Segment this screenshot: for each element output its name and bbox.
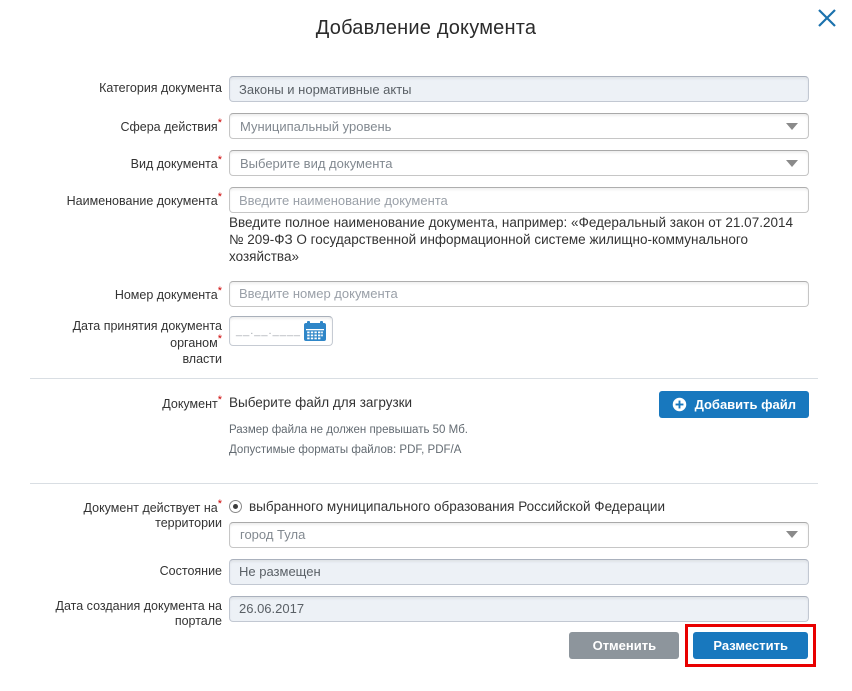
required-asterisk: * [218, 191, 222, 203]
chevron-down-icon [786, 123, 798, 130]
annotation-highlight-rectangle: Разместить [685, 624, 816, 667]
close-x-glyph [815, 6, 839, 30]
state-field [229, 559, 809, 585]
doc-name-hint-row: Введите полное наименование документа, н… [0, 215, 852, 266]
add-file-button[interactable]: Добавить файл [659, 391, 809, 418]
submit-button[interactable]: Разместить [693, 632, 808, 659]
radio-selected-icon [229, 500, 242, 513]
section-divider [30, 378, 818, 379]
adoption-date-row: Дата принятия документа органом* власти … [0, 316, 852, 368]
required-asterisk: * [218, 394, 222, 406]
file-size-hint: Размер файла не должен превышать 50 Мб. [229, 424, 468, 436]
doc-type-select[interactable]: Выберите вид документа [229, 150, 809, 176]
state-label: Состояние [30, 559, 222, 580]
required-asterisk: * [218, 285, 222, 297]
chevron-down-icon [786, 160, 798, 167]
doc-type-row: Вид документа* Выберите вид документа [0, 150, 852, 176]
doc-type-label: Вид документа* [30, 150, 222, 173]
doc-number-label: Номер документа* [30, 281, 222, 304]
file-format-hint: Допустимые форматы файлов: PDF, PDF/A [229, 444, 468, 456]
cancel-button[interactable]: Отменить [569, 632, 679, 659]
doc-name-hint: Введите полное наименование документа, н… [229, 215, 804, 266]
file-choose-text: Выберите файл для загрузки [229, 395, 468, 410]
chevron-down-icon [786, 531, 798, 538]
doc-type-placeholder: Выберите вид документа [240, 156, 392, 171]
doc-number-row: Номер документа* [0, 281, 852, 307]
calendar-icon[interactable] [304, 321, 326, 341]
add-file-button-label: Добавить файл [695, 397, 796, 412]
adoption-date-label: Дата принятия документа органом* власти [30, 316, 222, 368]
plus-circle-icon [672, 397, 687, 412]
category-label: Категория документа [30, 76, 222, 97]
scope-select[interactable]: Муниципальный уровень [229, 113, 809, 139]
doc-name-input[interactable] [229, 187, 809, 213]
territory-select[interactable]: город Тула [229, 522, 809, 548]
territory-select-value: город Тула [240, 527, 305, 542]
dialog-footer: Отменить Разместить [0, 624, 852, 667]
state-row: Состояние [0, 559, 852, 585]
dialog-title: Добавление документа [0, 0, 852, 40]
territory-radio[interactable]: выбранного муниципального образования Ро… [229, 496, 809, 514]
category-field [229, 76, 809, 102]
territory-label: Документ действует на* территории [30, 496, 222, 532]
scope-select-value: Муниципальный уровень [240, 119, 391, 134]
scope-row: Сфера действия* Муниципальный уровень [0, 113, 852, 139]
doc-name-row: Наименование документа* [0, 187, 852, 213]
required-asterisk: * [218, 333, 222, 345]
scope-label: Сфера действия* [30, 113, 222, 136]
document-file-row: Документ* Выберите файл для загрузки Раз… [0, 391, 852, 456]
doc-number-input[interactable] [229, 281, 809, 307]
portal-date-field [229, 596, 809, 622]
territory-row: Документ действует на* территории выбран… [0, 496, 852, 548]
doc-name-label: Наименование документа* [30, 187, 222, 210]
territory-radio-label: выбранного муниципального образования Ро… [249, 499, 665, 514]
document-file-label: Документ* [30, 391, 222, 413]
adoption-date-input[interactable]: __.__.____ [229, 316, 333, 346]
section-divider [30, 483, 818, 484]
close-icon[interactable] [814, 5, 840, 31]
required-asterisk: * [218, 154, 222, 166]
add-document-dialog: Добавление документа Категория документа… [0, 0, 852, 691]
category-row: Категория документа [0, 76, 852, 102]
required-asterisk: * [218, 117, 222, 129]
add-document-form: Категория документа Сфера действия* Муни… [0, 76, 852, 630]
required-asterisk: * [218, 498, 222, 510]
date-placeholder: __.__.____ [236, 325, 301, 337]
